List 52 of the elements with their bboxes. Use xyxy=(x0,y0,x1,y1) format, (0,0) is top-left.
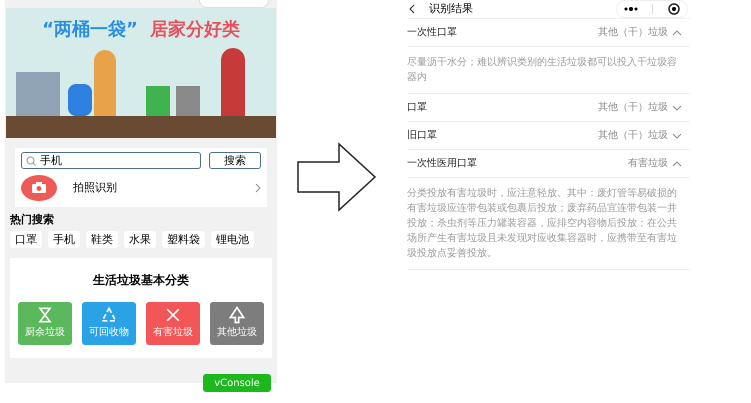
category-label: 厨余垃圾 xyxy=(25,328,65,338)
right-arrow-icon xyxy=(297,142,377,212)
category-title: 生活垃圾基本分类 xyxy=(93,274,189,286)
trash-bag-drawing xyxy=(68,84,92,116)
result-description: 分类投放有害垃圾时，应注意轻放。其中：废灯管等易破损的有害垃圾应连带包装或包裹后投放；废弃药品宜连带包装一并投放；杀虫剂等压力罐装容器，应排空内容物后投放；在公共场所产生有害垃圾且未发现对应收集容器时，应携带至有害垃圾投放点妥善投放。 xyxy=(407,186,678,261)
result-category: 有害垃圾 xyxy=(628,156,668,171)
chevron-down-icon xyxy=(672,104,682,110)
category-label: 有害垃圾 xyxy=(153,328,193,338)
banner-headline: 居家分好类 xyxy=(150,18,240,42)
bin-drawing xyxy=(146,86,170,116)
result-category: 其他（干）垃圾 xyxy=(598,26,668,40)
bin-drawing xyxy=(176,86,200,116)
result-row[interactable]: 一次性口罩 其他（干）垃圾 xyxy=(407,18,690,46)
search-button[interactable]: 搜索 xyxy=(209,152,261,169)
hot-search-tag[interactable]: 塑料袋 xyxy=(162,231,205,248)
category-label: 其他垃圾 xyxy=(217,328,257,338)
banner-headline: “两桶一袋” xyxy=(42,18,138,42)
hot-search-tag[interactable]: 锂电池 xyxy=(211,231,254,248)
camera-label: 拍照识别 xyxy=(73,180,118,196)
hot-search-tag[interactable]: 鞋类 xyxy=(86,231,118,248)
target-icon xyxy=(668,3,680,15)
chevron-up-icon xyxy=(672,160,682,166)
hot-search-tag[interactable]: 口罩 xyxy=(10,231,42,248)
hot-search-title: 热门搜索 xyxy=(10,214,55,225)
back-icon[interactable] xyxy=(409,4,415,14)
oven-drawing xyxy=(16,72,60,116)
page-title: 识别结果 xyxy=(429,0,474,17)
search-icon xyxy=(26,156,36,166)
hot-search-tag[interactable]: 手机 xyxy=(48,231,80,248)
result-description: 尽量沥干水分；难以辨识类别的生活垃圾都可以投入干垃圾容器内 xyxy=(407,56,678,85)
search-field[interactable]: 手机 xyxy=(21,152,201,169)
chevron-down-icon xyxy=(672,132,682,138)
result-category: 其他（干）垃圾 xyxy=(598,128,668,143)
camera-row[interactable]: 拍照识别 xyxy=(21,173,261,203)
menu-capsule[interactable] xyxy=(616,0,688,18)
person-figure xyxy=(94,50,116,116)
chevron-right-icon xyxy=(255,183,261,193)
hot-search-tag[interactable]: 水果 xyxy=(124,231,156,248)
result-row[interactable]: 旧口罩 其他（干）垃圾 xyxy=(407,121,690,149)
category-label: 可回收物 xyxy=(89,328,129,338)
chevron-up-icon xyxy=(672,30,682,36)
result-row[interactable]: 一次性医用口罩 有害垃圾 xyxy=(407,149,690,177)
camera-icon xyxy=(21,175,57,201)
result-name: 口罩 xyxy=(407,101,428,115)
result-name: 一次性医用口罩 xyxy=(407,156,478,171)
more-icon xyxy=(624,7,638,11)
result-name: 一次性口罩 xyxy=(407,26,458,40)
result-row[interactable]: 口罩 其他（干）垃圾 xyxy=(407,93,690,121)
result-name: 旧口罩 xyxy=(407,128,438,143)
category-tile[interactable]: 其他垃圾 xyxy=(210,302,264,345)
result-category: 其他（干）垃圾 xyxy=(598,100,668,115)
person-figure xyxy=(221,48,245,116)
